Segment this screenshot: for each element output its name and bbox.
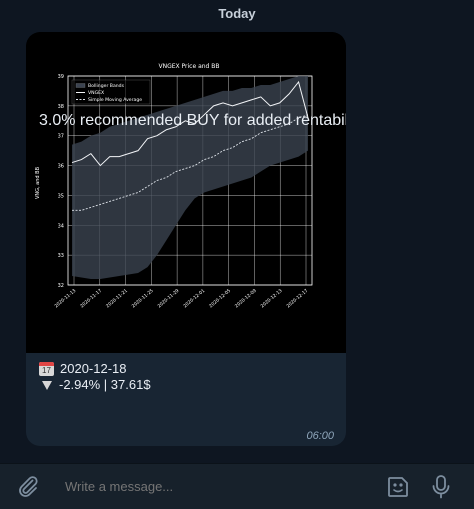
y-tick-label: 37 [58, 134, 64, 140]
caption-date: 2020-12-18 [60, 361, 127, 376]
date-line: 17 2020-12-18 [39, 361, 346, 377]
message-composer [0, 463, 474, 509]
legend-label: Simple Moving Average [88, 97, 142, 103]
chart-image[interactable]: VNGEX Price and BB VNG, and BB 39 38 37 36 3… [26, 32, 346, 353]
chart-ylabel: VNG, and BB [35, 166, 41, 199]
legend-label: Bollinger Bands [88, 83, 125, 89]
chart-svg: VNGEX Price and BB VNG, and BB 39 38 37 36 3… [26, 32, 346, 353]
message-caption: 17 2020-12-18 -2.94% | 37.61$ [26, 361, 346, 393]
change-line: -2.94% | 37.61$ [39, 377, 346, 393]
message-input[interactable] [65, 479, 241, 494]
y-tick-label: 35 [58, 193, 64, 199]
message-bubble[interactable]: VNGEX Price and BB VNG, and BB 39 38 37 36 3… [26, 32, 346, 446]
chart-title: VNGEX Price and BB [158, 63, 219, 70]
y-tick-label: 39 [58, 74, 64, 80]
microphone-icon[interactable] [430, 474, 452, 505]
legend-label: VNGEX [88, 90, 104, 96]
date-separator: Today [218, 6, 256, 21]
down-triangle-icon [42, 380, 52, 390]
sticker-icon[interactable] [385, 474, 411, 505]
caption-change: -2.94% | 37.61$ [59, 377, 151, 392]
y-tick-label: 36 [58, 164, 64, 170]
message-time: 06:00 [306, 430, 334, 442]
y-tick-label: 38 [58, 104, 64, 110]
attach-icon[interactable] [16, 474, 40, 503]
y-tick-label: 34 [58, 223, 64, 229]
y-tick-label: 33 [58, 253, 64, 259]
legend-swatch [75, 83, 86, 88]
y-tick-label: 32 [58, 283, 64, 289]
calendar-icon: 17 [39, 362, 54, 376]
recommendation-text: 3.0% recommended BUY for added rentabili… [39, 112, 346, 129]
